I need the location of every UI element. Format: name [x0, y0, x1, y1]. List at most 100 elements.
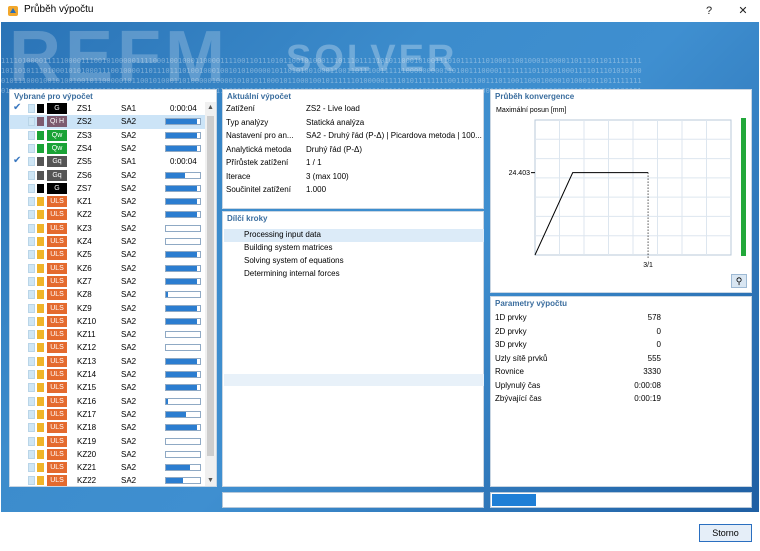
analysis-setting: SA1 — [121, 157, 137, 167]
list-item[interactable]: ULS KZ19 SA2 — [10, 435, 206, 448]
analysis-setting: SA2 — [121, 330, 137, 340]
param-row: Zbývající čas 0:00:19 — [495, 394, 661, 408]
check-icon[interactable]: ✔ — [13, 155, 23, 166]
list-item[interactable]: ULS KZ15 SA2 — [10, 381, 206, 394]
list-item[interactable]: Qi H ZS2 SA2 — [10, 115, 206, 129]
list-item[interactable]: ULS KZ13 SA2 — [10, 355, 206, 368]
list-item[interactable]: ULS KZ6 SA2 — [10, 262, 206, 275]
color-swatch — [28, 370, 35, 379]
load-case-name: KZ12 — [77, 343, 97, 353]
load-case-name: ZS5 — [77, 157, 92, 167]
row-progress-bar — [165, 371, 201, 378]
list-item[interactable]: G ZS7 SA2 — [10, 182, 206, 195]
load-type-badge: ULS — [47, 262, 67, 274]
color-swatch — [28, 197, 35, 207]
x-tick-label: 3/1 — [643, 262, 653, 269]
progress-fill — [166, 145, 197, 151]
analysis-setting: SA2 — [121, 423, 137, 433]
analysis-setting: SA2 — [121, 303, 137, 313]
list-item[interactable]: ✔ Gq ZS5 SA1 0:00:04 — [10, 155, 206, 168]
row-progress-bar — [165, 317, 201, 325]
list-item[interactable]: ULS KZ11 SA2 — [10, 328, 206, 341]
load-type-badge: ULS — [47, 342, 67, 354]
row-progress-bar — [165, 131, 201, 139]
info-label: Součinitel zatížení — [226, 185, 291, 194]
progress-fill — [166, 318, 197, 324]
load-case-name: KZ5 — [77, 250, 92, 260]
analysis-setting: SA2 — [121, 263, 137, 273]
param-row: Rovnice 3330 — [495, 367, 661, 381]
color-swatch — [28, 157, 35, 167]
list-item[interactable]: Gq ZS6 SA2 — [10, 169, 206, 182]
list-item[interactable]: ULS KZ16 SA2 — [10, 395, 206, 408]
analysis-setting: SA2 — [121, 370, 137, 379]
color-swatch — [28, 463, 35, 473]
color-swatch — [37, 157, 44, 167]
list-item[interactable]: ULS KZ1 SA2 — [10, 195, 206, 208]
row-progress-bar — [165, 450, 201, 458]
row-band — [224, 374, 484, 386]
info-value: 1.000 — [306, 185, 327, 194]
check-icon[interactable]: ✔ — [13, 102, 23, 113]
color-swatch — [37, 383, 44, 393]
list-item[interactable]: ULS KZ4 SA2 — [10, 235, 206, 248]
sub-steps-panel: Dílčí kroky Processing input data Buildin… — [222, 211, 484, 487]
load-case-name: KZ7 — [77, 276, 92, 286]
color-swatch — [37, 436, 44, 446]
list-item[interactable]: ULS KZ12 SA2 — [10, 341, 206, 354]
progress-fill — [492, 494, 537, 506]
load-case-name: ZS2 — [77, 117, 92, 127]
close-button[interactable]: ✕ — [735, 3, 751, 19]
color-swatch — [28, 409, 35, 419]
list-item[interactable]: ULS KZ8 SA2 — [10, 288, 206, 301]
list-item[interactable]: ULS KZ9 SA2 — [10, 302, 206, 315]
list-item[interactable]: ULS KZ5 SA2 — [10, 248, 206, 261]
color-swatch — [28, 290, 35, 300]
load-type-badge: Gq — [47, 169, 67, 181]
calculation-parameters-panel: Parametry výpočtu 1D prvky 578 2D prvky 0 3D… — [490, 296, 752, 487]
color-swatch — [28, 476, 35, 486]
color-swatch — [28, 396, 35, 406]
list-item[interactable]: ULS KZ2 SA2 — [10, 208, 206, 221]
cancel-button[interactable]: Storno — [699, 524, 752, 542]
list-item[interactable]: ULS KZ14 SA2 — [10, 368, 206, 381]
list-item[interactable]: ULS KZ17 SA2 — [10, 408, 206, 421]
load-type-badge: Qw — [47, 129, 67, 141]
zoom-icon[interactable]: ⚲ — [731, 274, 747, 288]
window-title: Průběh výpočtu — [24, 4, 94, 15]
scroll-thumb[interactable] — [207, 116, 214, 456]
list-item[interactable]: Qw ZS3 SA2 — [10, 129, 206, 142]
info-label: Analytická metoda — [226, 144, 292, 154]
scroll-down-icon[interactable]: ▼ — [205, 475, 216, 486]
list-scrollbar[interactable]: ▲ ▼ — [205, 102, 216, 486]
analysis-setting: SA2 — [121, 449, 137, 459]
color-swatch — [37, 330, 44, 340]
list-item[interactable]: ULS KZ18 SA2 — [10, 421, 206, 434]
param-value: 0 — [656, 340, 661, 349]
progress-fill — [166, 425, 197, 431]
list-item[interactable]: ULS KZ22 SA2 — [10, 474, 206, 487]
list-item[interactable]: ULS KZ7 SA2 — [10, 275, 206, 288]
calc-time: 0:00:04 — [170, 104, 197, 113]
progress-fill — [166, 185, 197, 191]
list-item[interactable]: ULS KZ3 SA2 — [10, 222, 206, 235]
scroll-up-icon[interactable]: ▲ — [205, 102, 216, 113]
help-button[interactable]: ? — [701, 3, 717, 19]
load-type-badge: ULS — [47, 408, 67, 420]
progress-fill — [166, 385, 197, 391]
info-label: Přírůstek zatížení — [226, 158, 289, 167]
list-item[interactable]: ULS KZ20 SA2 — [10, 448, 206, 461]
list-item[interactable]: Qw ZS4 SA2 — [10, 142, 206, 155]
progress-fill — [166, 292, 168, 298]
info-value: Druhý řád (P-Δ) — [306, 144, 363, 154]
list-item[interactable]: ULS KZ10 SA2 — [10, 315, 206, 328]
list-item[interactable]: ULS KZ21 SA2 — [10, 461, 206, 474]
color-swatch — [28, 183, 35, 193]
param-row: Uzly sítě prvků 555 — [495, 354, 661, 368]
load-case-name: KZ4 — [77, 237, 92, 246]
analysis-setting: SA2 — [121, 276, 137, 286]
load-case-name: ZS1 — [77, 104, 92, 113]
list-item[interactable]: ✔ G ZS1 SA1 0:00:04 — [10, 102, 206, 115]
param-value: 0 — [656, 326, 661, 336]
row-progress-bar — [165, 437, 201, 445]
